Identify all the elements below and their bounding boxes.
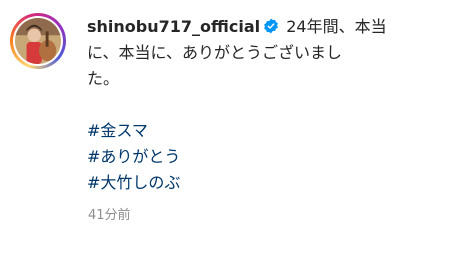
caption-text: 24年間、本当 — [286, 17, 387, 36]
timestamp[interactable]: 41分前 — [88, 204, 131, 223]
avatar[interactable] — [15, 18, 61, 64]
caption-text-line3: た。 — [87, 69, 120, 88]
hashtag-link[interactable]: #金スマ — [87, 118, 447, 144]
caption-text-line2: に、本当に、ありがとうございまし — [87, 43, 343, 62]
hashtag-link[interactable]: #大竹しのぶ — [87, 170, 447, 196]
username-link[interactable]: shinobu717_official — [87, 17, 260, 36]
verified-badge-icon — [264, 18, 278, 34]
hashtag-link[interactable]: #ありがとう — [87, 144, 447, 170]
caption-first-line: shinobu717_official 24年間、本当 — [87, 14, 447, 40]
instagram-comment: shinobu717_official 24年間、本当 に、本当に、ありがとうご… — [0, 0, 457, 254]
comment-text: shinobu717_official 24年間、本当 に、本当に、ありがとうご… — [87, 14, 447, 196]
avatar-story-ring[interactable] — [10, 13, 66, 69]
